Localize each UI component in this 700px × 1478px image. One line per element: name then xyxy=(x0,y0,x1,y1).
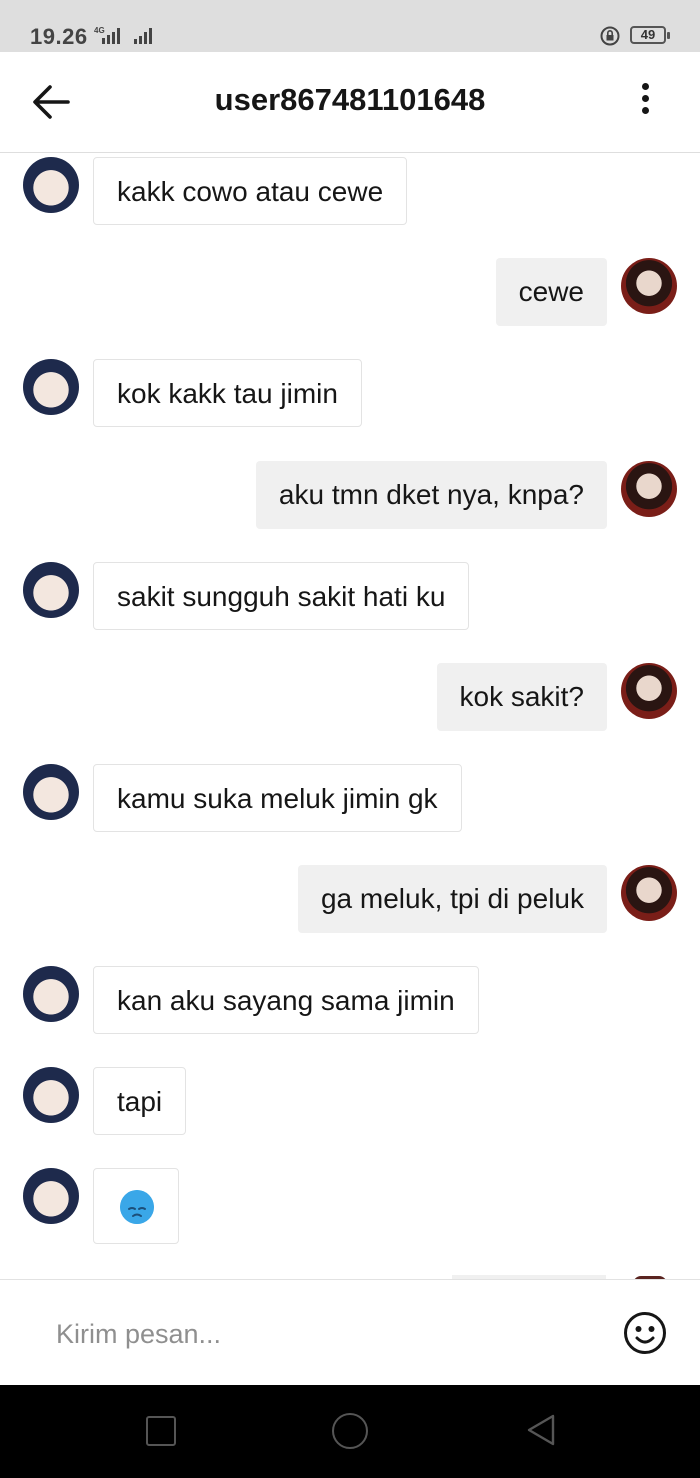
message-bubble-received[interactable]: tapi xyxy=(93,1067,187,1135)
message-list[interactable]: kakk cowo atau cewe cewe kok kakk tau ji… xyxy=(0,153,700,1279)
contact-avatar[interactable] xyxy=(23,359,79,415)
message-bubble-received[interactable]: kakk cowo atau cewe xyxy=(93,157,408,225)
message-bubble-received[interactable]: kok kakk tau jimin xyxy=(93,359,362,427)
back-triangle-icon[interactable] xyxy=(526,1413,556,1447)
user-avatar[interactable] xyxy=(621,663,677,719)
contact-avatar[interactable] xyxy=(23,764,79,820)
chat-title: user867481101648 xyxy=(214,82,486,117)
message-bubble-received[interactable]: sakit sungguh sakit hati ku xyxy=(93,562,470,630)
battery-icon: 49 xyxy=(630,26,670,44)
contact-avatar[interactable] xyxy=(23,1168,79,1224)
signal-icon: 4G xyxy=(94,26,152,44)
recent-apps-icon[interactable] xyxy=(146,1416,176,1446)
smiley-icon xyxy=(624,1312,666,1354)
message-bubble-sent[interactable]: aku tmn dket nya, knpa? xyxy=(255,461,607,529)
message-composer xyxy=(0,1279,700,1386)
contact-avatar[interactable] xyxy=(23,157,79,213)
message-input[interactable] xyxy=(54,1310,578,1358)
status-bar: 19.26 4G 49 xyxy=(0,0,700,52)
status-time: 19.26 xyxy=(30,24,88,49)
user-avatar[interactable] xyxy=(621,865,677,921)
message-bubble-received[interactable]: kamu suka meluk jimin gk xyxy=(93,764,462,832)
message-bubble-sent[interactable]: cewe xyxy=(495,258,607,326)
user-avatar[interactable] xyxy=(621,461,677,517)
home-icon[interactable] xyxy=(332,1413,368,1449)
emoji-button[interactable] xyxy=(623,1311,667,1355)
user-avatar[interactable] xyxy=(621,258,677,314)
network-type-label: 4G xyxy=(94,26,105,35)
chat-header: user867481101648 xyxy=(0,52,700,153)
message-bubble-received[interactable] xyxy=(93,1168,179,1244)
more-options-button[interactable] xyxy=(630,80,660,124)
message-bubble-sent[interactable]: ga meluk, tpi di peluk xyxy=(297,865,607,933)
message-bubble-received[interactable]: kan aku sayang sama jimin xyxy=(93,966,479,1034)
crying-face-emoji-icon xyxy=(120,1190,154,1224)
rotation-lock-icon xyxy=(600,26,620,46)
contact-avatar[interactable] xyxy=(23,966,79,1022)
contact-avatar[interactable] xyxy=(23,562,79,618)
contact-avatar[interactable] xyxy=(23,1067,79,1123)
more-vertical-icon xyxy=(641,83,649,90)
message-bubble-sent[interactable]: kok sakit? xyxy=(436,663,607,731)
